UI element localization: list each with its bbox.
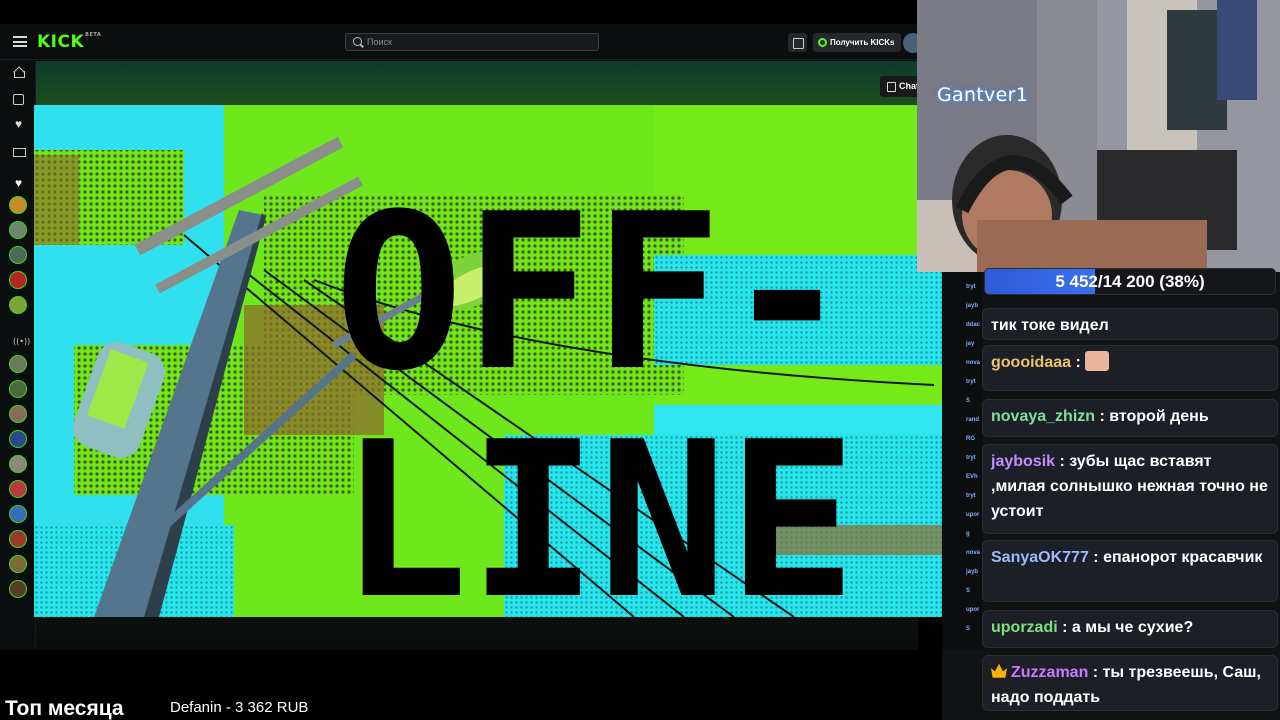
- chat-separator: :: [1095, 408, 1110, 425]
- chat-separator: :: [1088, 664, 1103, 681]
- chat-message-text: тик токе видел: [991, 317, 1109, 334]
- followed-channel-avatar[interactable]: [9, 221, 27, 239]
- streamer-name-tag: Gantver1: [937, 84, 1029, 106]
- underlying-chat-username: ddac: [966, 322, 981, 328]
- chat-emote-icon: [1085, 350, 1110, 371]
- live-channel-avatar[interactable]: [9, 530, 27, 548]
- chat-message: goooidaaa :: [982, 345, 1278, 391]
- chat-button-label: Chat: [899, 81, 919, 91]
- offline-text-line1: OFF-: [334, 167, 852, 418]
- donation-goal-bar: 5 452/14 200 (38%): [984, 268, 1276, 295]
- chat-message: novaya_zhizn : второй день: [982, 399, 1278, 437]
- crown-badge-icon: [991, 663, 1007, 678]
- underlying-chat-username: S: [966, 626, 971, 632]
- bottom-ticker: Топ месяца Defanin - 3 362 RUB: [0, 650, 942, 720]
- live-channel-avatar[interactable]: [9, 555, 27, 573]
- browse-icon[interactable]: [13, 94, 24, 105]
- user-avatar[interactable]: [903, 33, 918, 53]
- underlying-chat-username: g: [966, 531, 970, 537]
- kicks-coin-icon: [818, 38, 827, 47]
- top-donor-entry: Defanin - 3 362 RUB: [170, 699, 309, 716]
- search-icon: [353, 37, 362, 46]
- logo-text: KICK: [37, 32, 85, 52]
- top-navbar: KICKBETA Получить KICKs: [0, 24, 918, 60]
- underlying-chat-username: jay: [966, 341, 975, 347]
- underlying-chat-username: tryt: [966, 493, 976, 499]
- underlying-chat-username: upor: [966, 512, 980, 518]
- underlying-chat-username: jayb: [966, 303, 979, 309]
- followed-channel-avatar[interactable]: [9, 271, 27, 289]
- leaderboard-icon[interactable]: [13, 144, 26, 157]
- following-icon[interactable]: ♥: [13, 118, 24, 130]
- home-icon[interactable]: [13, 67, 25, 78]
- underlying-kick-chat: tryt jayb ddac jay nova tryt Srand RG tryt EVh try…: [942, 272, 982, 650]
- chat-message-text: епанорот красавчик: [1103, 549, 1263, 566]
- open-chat-button[interactable]: Chat: [880, 76, 920, 97]
- search-input[interactable]: [367, 36, 587, 48]
- top-month-title: Топ месяца: [5, 697, 124, 720]
- chat-message: тик токе видел: [982, 308, 1278, 340]
- followed-channel-avatar[interactable]: [9, 196, 27, 214]
- underlying-chat-username: rand: [966, 417, 980, 423]
- underlying-chat-username: S: [966, 588, 971, 594]
- chat-username[interactable]: SanyaOK777: [991, 549, 1089, 566]
- underlying-chat-username: nova: [966, 360, 981, 366]
- chat-message: Zuzzaman : ты трезвеешь, Саш, надо подда…: [982, 655, 1278, 711]
- underlying-chat-username: S: [966, 398, 971, 404]
- chat-separator: :: [1071, 354, 1086, 371]
- chat-message-text: а мы че сухие?: [1071, 619, 1194, 636]
- left-sidebar: ♥ ♥ ((•)): [0, 61, 36, 650]
- underlying-chat-username: jayb: [966, 569, 979, 575]
- live-channel-avatar[interactable]: [9, 480, 27, 498]
- chat-username[interactable]: Zuzzaman: [1011, 664, 1088, 681]
- underlying-chat-username: tryt: [966, 455, 976, 461]
- offline-banner: OFF- LINE: [34, 105, 942, 617]
- live-channel-avatar[interactable]: [9, 580, 27, 598]
- menu-icon[interactable]: [13, 36, 27, 47]
- chat-separator: :: [1055, 453, 1070, 470]
- chat-message: uporzadi : а мы че сухие?: [982, 610, 1278, 648]
- underlying-chat-username: RG: [966, 436, 975, 442]
- chat-separator: :: [1088, 549, 1104, 566]
- kick-logo[interactable]: KICKBETA: [37, 32, 101, 52]
- live-channel-avatar[interactable]: [9, 380, 27, 398]
- followed-channel-avatar[interactable]: [9, 246, 27, 264]
- webcam-feed: [917, 0, 1280, 272]
- live-channel-avatar[interactable]: [9, 455, 27, 473]
- live-channel-avatar[interactable]: [9, 505, 27, 523]
- live-channel-avatar[interactable]: [9, 430, 27, 448]
- goal-text: 5 452/14 200 (38%): [1055, 272, 1205, 291]
- offline-text-line2: LINE: [339, 395, 857, 617]
- chat-username[interactable]: uporzadi: [991, 619, 1058, 636]
- underlying-chat-username: nova: [966, 550, 981, 556]
- offline-banner-art: OFF- LINE: [34, 105, 942, 617]
- underlying-chat-username: tryt: [966, 379, 976, 385]
- followed-channel-avatar[interactable]: [9, 296, 27, 314]
- search-box[interactable]: [345, 33, 599, 51]
- chat-message: jaybosik : зубы щас вставят ,милая солны…: [982, 444, 1278, 534]
- followed-section-icon: ♥: [14, 176, 23, 190]
- chat-message: SanyaOK777 : епанорот красавчик: [982, 540, 1278, 602]
- chat-username[interactable]: goooidaaa: [991, 354, 1071, 371]
- underlying-chat-username: tryt: [966, 284, 976, 290]
- underlying-chat-username: EVh: [966, 474, 978, 480]
- chat-username[interactable]: jaybosik: [991, 453, 1055, 470]
- live-channel-avatar[interactable]: [9, 355, 27, 373]
- live-channels-icon: ((•)): [13, 337, 31, 346]
- underlying-chat-username: upor: [966, 607, 980, 613]
- chat-username[interactable]: novaya_zhizn: [991, 408, 1095, 425]
- webcam-overlay: [917, 0, 1280, 272]
- chat-message-text: второй день: [1109, 408, 1209, 425]
- theater-mode-icon[interactable]: [788, 33, 807, 52]
- chat-separator: :: [1057, 619, 1072, 636]
- get-kicks-button[interactable]: Получить KICKs: [813, 33, 901, 52]
- logo-beta-badge: BETA: [85, 32, 102, 38]
- get-kicks-label: Получить KICKs: [830, 38, 895, 47]
- live-channel-avatar[interactable]: [9, 405, 27, 423]
